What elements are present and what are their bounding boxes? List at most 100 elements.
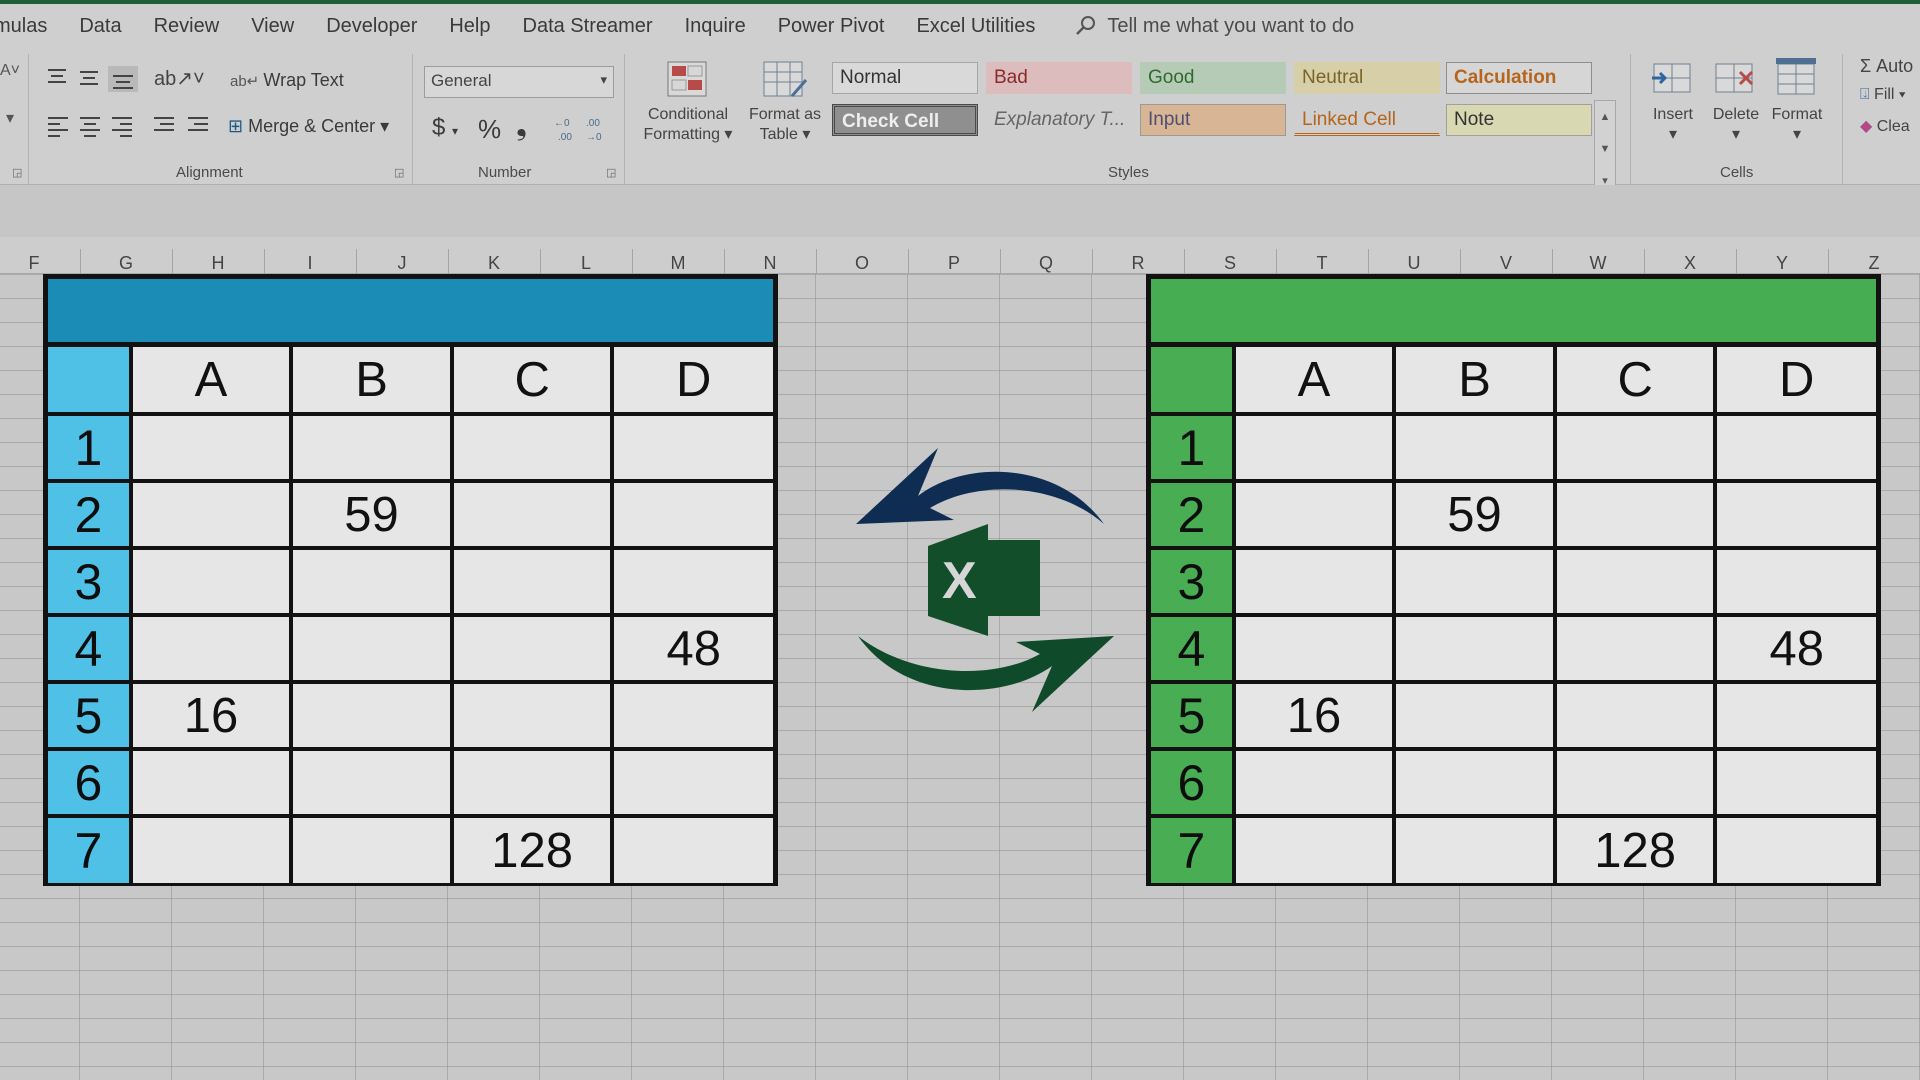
style-explanatory-label: Explanatory T... xyxy=(994,109,1126,130)
tab-help[interactable]: Help xyxy=(449,15,490,38)
chevron-down-icon[interactable]: ▾ xyxy=(6,108,14,128)
column-divider xyxy=(816,249,817,273)
sample-row-number: 5 xyxy=(48,680,133,751)
column-header[interactable]: F xyxy=(0,237,74,273)
style-bad[interactable]: Bad xyxy=(986,62,1132,94)
style-normal-label: Normal xyxy=(840,67,902,88)
sample-row: 4 48 xyxy=(1151,613,1876,684)
column-header[interactable]: I xyxy=(270,237,350,273)
fill-down-icon: ⍗ xyxy=(1860,86,1875,103)
corner-cell xyxy=(1151,347,1236,416)
column-header[interactable]: R xyxy=(1098,237,1178,273)
column-header[interactable]: Q xyxy=(1006,237,1086,273)
sigma-icon: Σ xyxy=(1860,56,1877,76)
tab-data-streamer[interactable]: Data Streamer xyxy=(523,15,653,38)
column-divider xyxy=(540,249,541,273)
column-header[interactable]: O xyxy=(822,237,902,273)
column-divider xyxy=(1276,249,1277,273)
arrow-bottom-icon xyxy=(858,636,1114,712)
sample-cell: 48 xyxy=(1713,613,1876,684)
tab-view[interactable]: View xyxy=(251,15,294,38)
column-header[interactable]: H xyxy=(178,237,258,273)
sample-cell: 128 xyxy=(449,814,615,883)
delete-button[interactable]: Delete ▾ xyxy=(1710,106,1762,144)
column-divider xyxy=(80,249,81,273)
column-header[interactable]: Y xyxy=(1742,237,1822,273)
insert-button[interactable]: Insert ▾ xyxy=(1650,106,1696,144)
tab-formulas[interactable]: mulas xyxy=(0,15,47,38)
wrap-text-button[interactable]: ab↵ Wrap Text xyxy=(230,70,344,91)
conditional-formatting-button[interactable]: Conditional Formatting ▾ xyxy=(642,106,734,144)
horizontal-align-icons[interactable] xyxy=(46,114,220,138)
scroll-down-icon[interactable]: ▼ xyxy=(1595,133,1615,165)
sample-cell xyxy=(289,412,454,483)
column-header[interactable]: W xyxy=(1558,237,1638,273)
style-good[interactable]: Good xyxy=(1140,62,1286,94)
style-note[interactable]: Note xyxy=(1446,104,1592,136)
tab-inquire[interactable]: Inquire xyxy=(685,15,746,38)
column-header[interactable]: M xyxy=(638,237,718,273)
scroll-up-icon[interactable]: ▲ xyxy=(1595,101,1615,133)
sample-cell xyxy=(128,546,294,617)
column-header[interactable]: V xyxy=(1466,237,1546,273)
styles-gallery-scroller[interactable]: ▲ ▼ ▾ xyxy=(1594,100,1616,198)
autosum-button[interactable]: Σ Auto xyxy=(1860,56,1913,77)
column-header[interactable]: P xyxy=(914,237,994,273)
tab-power-pivot[interactable]: Power Pivot xyxy=(778,15,885,38)
decimal-adjust-icons[interactable]: ←0 .00 .00 →0 xyxy=(552,114,612,144)
column-header[interactable]: T xyxy=(1282,237,1362,273)
sample-cell xyxy=(289,747,454,818)
tab-developer[interactable]: Developer xyxy=(326,15,417,38)
column-divider xyxy=(1644,249,1645,273)
column-header[interactable]: U xyxy=(1374,237,1454,273)
column-header[interactable]: G xyxy=(86,237,166,273)
style-normal[interactable]: Normal xyxy=(832,62,978,94)
sample-cell xyxy=(610,412,773,483)
clear-button[interactable]: ◆ Clea xyxy=(1860,116,1910,136)
tab-review[interactable]: Review xyxy=(154,15,220,38)
alignment-dialog-launcher-icon[interactable]: ◲ xyxy=(394,166,404,179)
sample-cell xyxy=(1713,546,1876,617)
style-check-cell[interactable]: Check Cell xyxy=(832,104,978,136)
column-header[interactable]: Z xyxy=(1834,237,1914,273)
column-header[interactable]: N xyxy=(730,237,810,273)
column-header[interactable]: S xyxy=(1190,237,1270,273)
comma-button[interactable]: ❟ xyxy=(516,110,527,143)
format-button[interactable]: Format ▾ xyxy=(1768,106,1826,144)
style-explanatory[interactable]: Explanatory T... xyxy=(986,104,1132,136)
currency-button[interactable]: $ ▾ xyxy=(432,114,458,142)
fill-button[interactable]: ⍗ Fill ▾ xyxy=(1860,86,1906,104)
tab-data[interactable]: Data xyxy=(79,15,121,38)
column-divider xyxy=(1828,249,1829,273)
column-divider xyxy=(908,249,909,273)
number-dialog-launcher-icon[interactable]: ◲ xyxy=(606,166,616,179)
corner-cell xyxy=(48,347,133,416)
font-color-icon[interactable]: A˅ xyxy=(0,62,20,80)
sample-row-number: 6 xyxy=(1151,747,1236,818)
sample-cell xyxy=(1231,814,1397,883)
tell-me-box[interactable]: Tell me what you want to do xyxy=(1075,15,1354,38)
column-header[interactable]: L xyxy=(546,237,626,273)
sample-cell xyxy=(128,412,294,483)
column-header[interactable]: K xyxy=(454,237,534,273)
column-header[interactable]: X xyxy=(1650,237,1730,273)
orientation-icon[interactable]: ab↗˅ xyxy=(154,66,205,91)
merge-center-label: Merge & Center xyxy=(248,116,376,136)
tab-excel-utilities[interactable]: Excel Utilities xyxy=(916,15,1035,38)
style-input[interactable]: Input xyxy=(1140,104,1286,136)
vertical-align-icons[interactable] xyxy=(46,66,146,92)
sample-column-header: A xyxy=(128,347,294,416)
column-header[interactable]: J xyxy=(362,237,442,273)
dialog-launcher-icon[interactable]: ◲ xyxy=(12,166,22,179)
merge-center-button[interactable]: ⊞ Merge & Center ▾ xyxy=(228,116,389,137)
style-neutral[interactable]: Neutral xyxy=(1294,62,1440,94)
style-linked-cell[interactable]: Linked Cell xyxy=(1294,104,1440,136)
number-format-select[interactable]: General ▾ xyxy=(424,66,614,98)
sample-cell xyxy=(610,479,773,550)
right-table-grid: A B C D 1 2 59 3 4 48 5 16 6 7 128 xyxy=(1151,347,1876,883)
style-calculation[interactable]: Calculation xyxy=(1446,62,1592,94)
sample-cell xyxy=(289,680,454,751)
percent-button[interactable]: % xyxy=(478,114,501,145)
format-as-table-button[interactable]: Format as Table ▾ xyxy=(740,106,830,144)
sample-cell: 16 xyxy=(1231,680,1397,751)
